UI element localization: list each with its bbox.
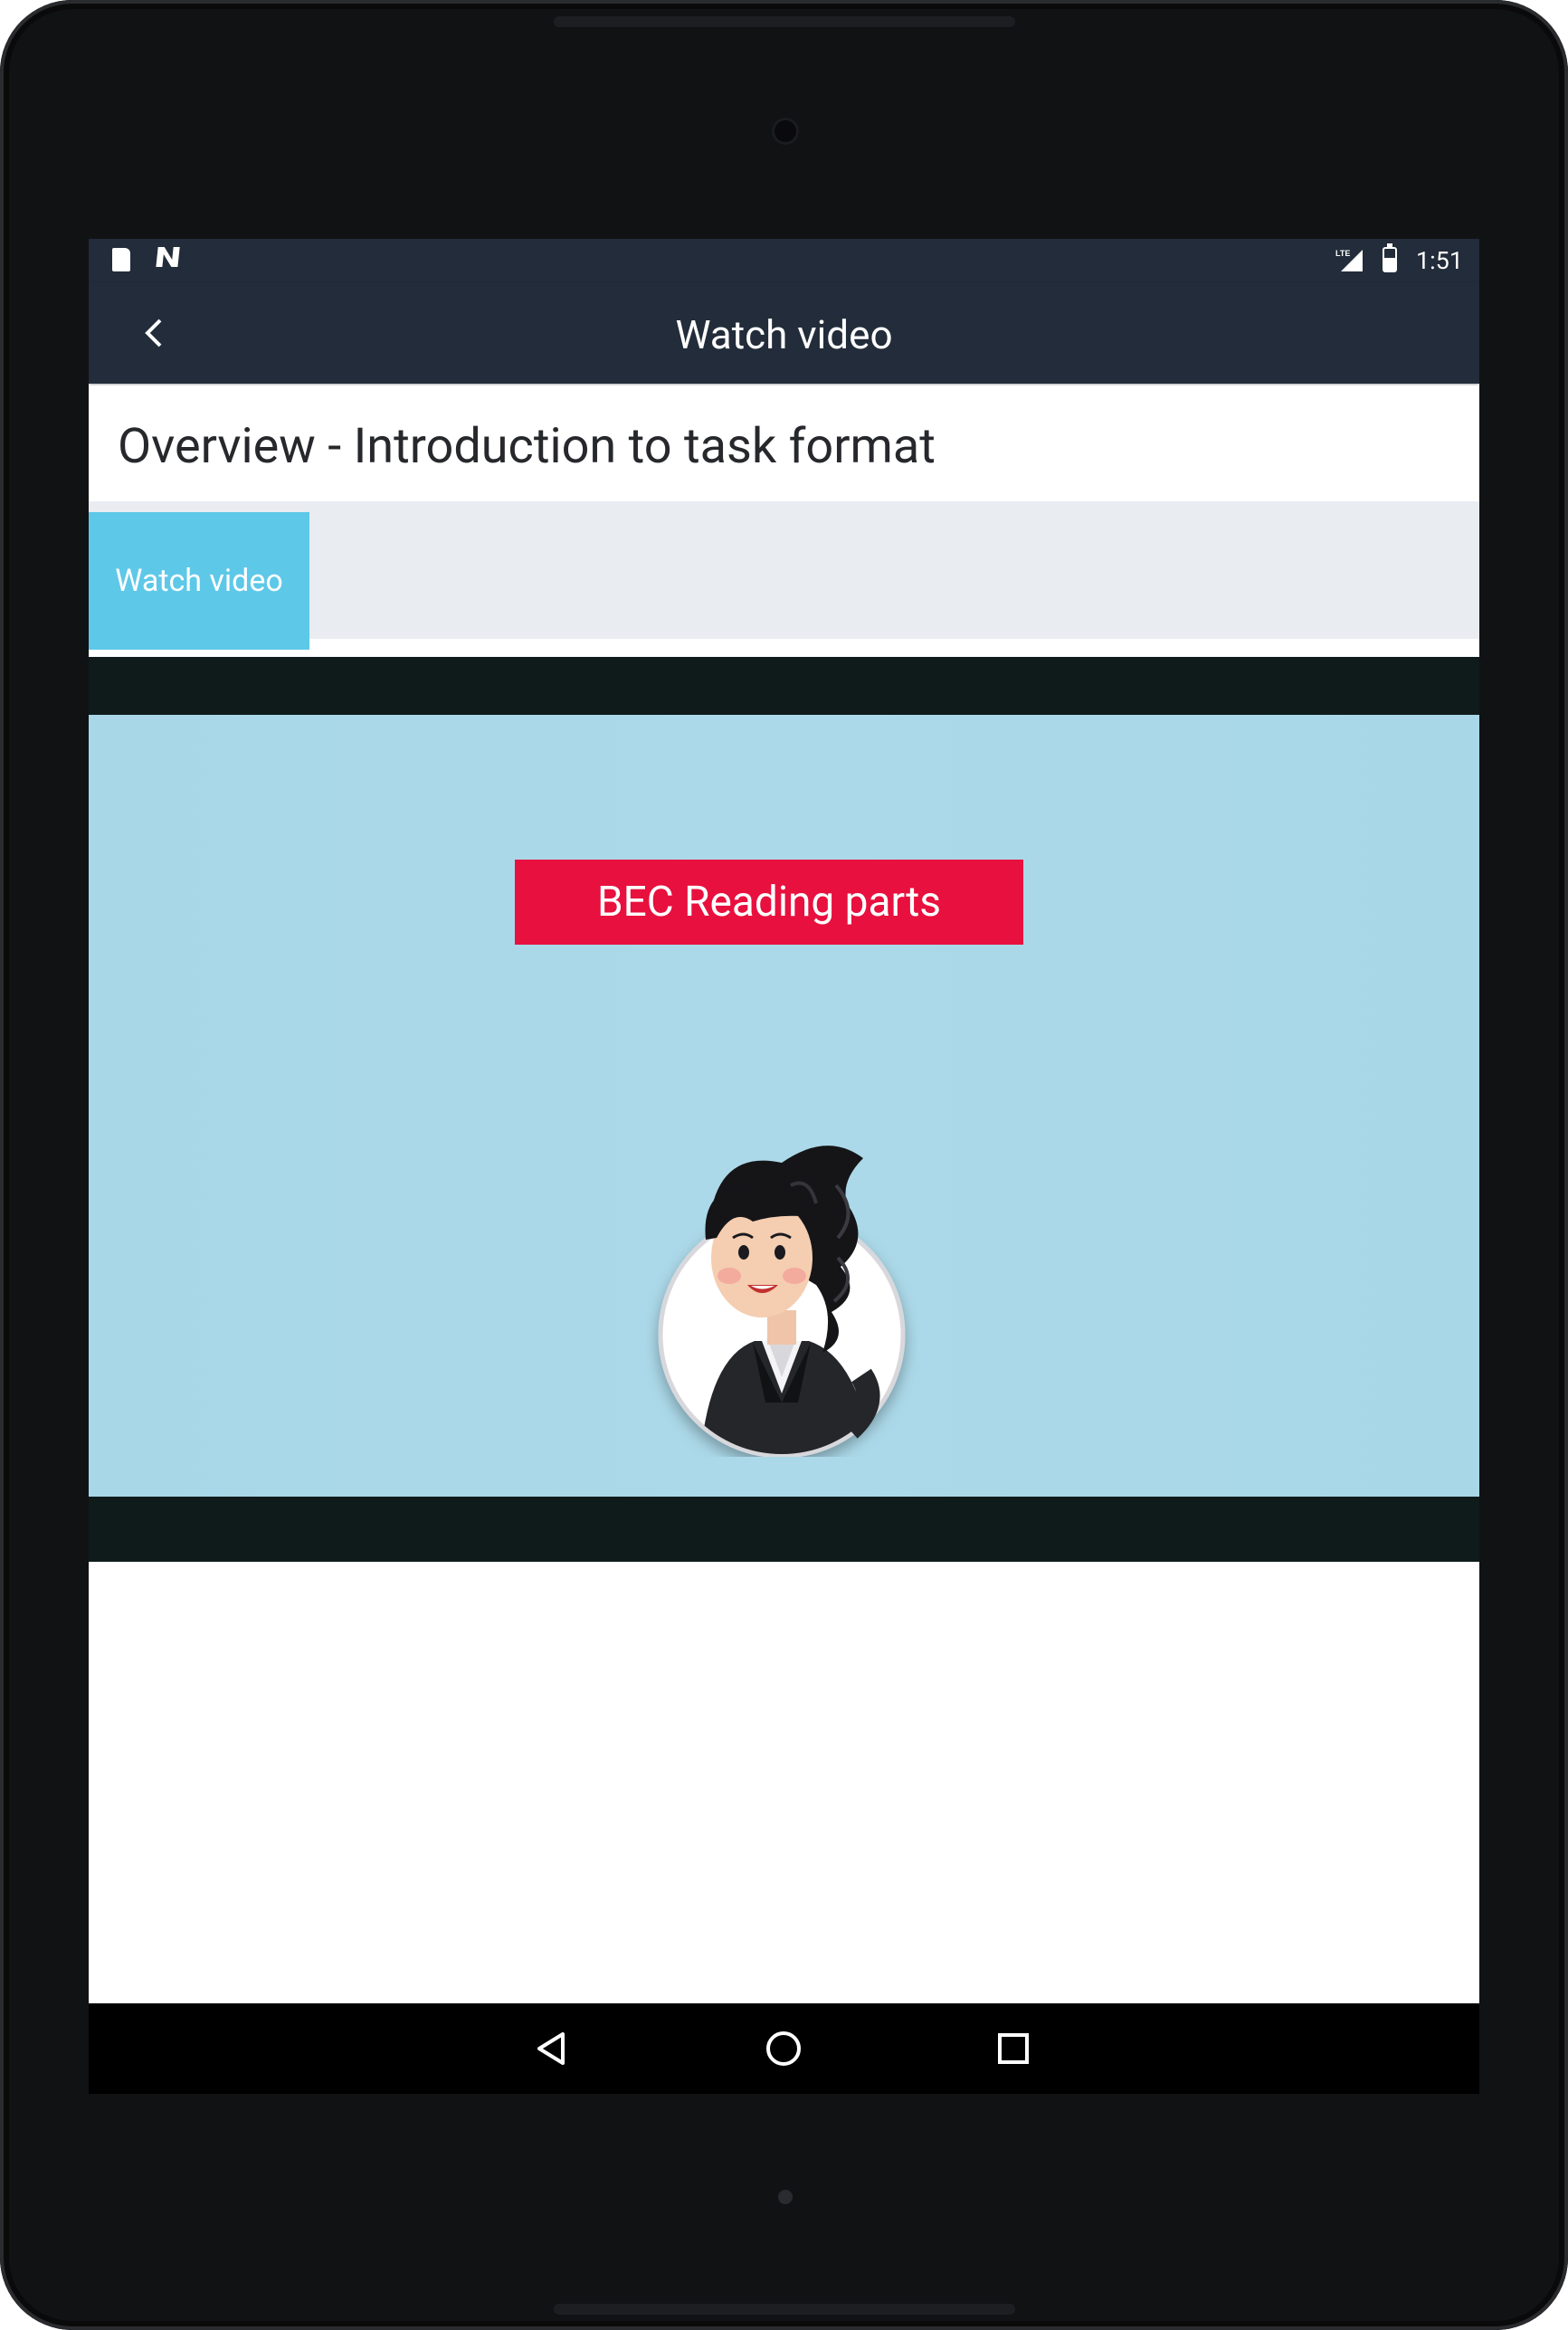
- lesson-title-box: Overview - Introduction to task format: [89, 385, 1479, 501]
- n-notification-icon: [156, 244, 183, 277]
- nav-recents-button[interactable]: [984, 2020, 1042, 2078]
- device-top-edge: [554, 16, 1015, 27]
- navigation-bar: [89, 2003, 1479, 2094]
- tab-strip: Watch video: [89, 501, 1479, 650]
- app-bar: Watch video: [89, 282, 1479, 384]
- tablet-frame: LTE 1:51 Watch video Overview - Introduc…: [0, 0, 1568, 2330]
- svg-text:LTE: LTE: [1335, 249, 1350, 258]
- lesson-title: Overview - Introduction to task format: [118, 418, 936, 475]
- screen: LTE 1:51 Watch video Overview - Introduc…: [89, 239, 1479, 2094]
- sd-card-icon: [112, 248, 130, 271]
- status-bar: LTE 1:51: [89, 239, 1479, 282]
- video-frame[interactable]: BEC Reading parts: [89, 715, 1479, 1497]
- woman-presenter-avatar: [646, 1131, 917, 1459]
- lte-signal-icon: LTE: [1335, 248, 1364, 273]
- tab-watch-video[interactable]: Watch video: [89, 512, 309, 650]
- video-player[interactable]: BEC Reading parts: [89, 657, 1479, 1562]
- front-camera: [772, 118, 799, 145]
- device-home-dot: [778, 2190, 793, 2204]
- battery-charging-icon: [1383, 243, 1397, 272]
- recents-square-icon: [998, 2033, 1029, 2064]
- device-bottom-edge: [554, 2304, 1015, 2315]
- page-title: Watch video: [675, 311, 893, 358]
- status-clock: 1:51: [1415, 246, 1463, 275]
- home-circle-icon: [766, 2031, 801, 2066]
- content-area: [89, 1562, 1479, 2003]
- back-triangle-icon: [537, 2032, 565, 2065]
- video-banner: BEC Reading parts: [515, 860, 1023, 945]
- nav-home-button[interactable]: [755, 2020, 813, 2078]
- nav-back-button[interactable]: [523, 2020, 581, 2078]
